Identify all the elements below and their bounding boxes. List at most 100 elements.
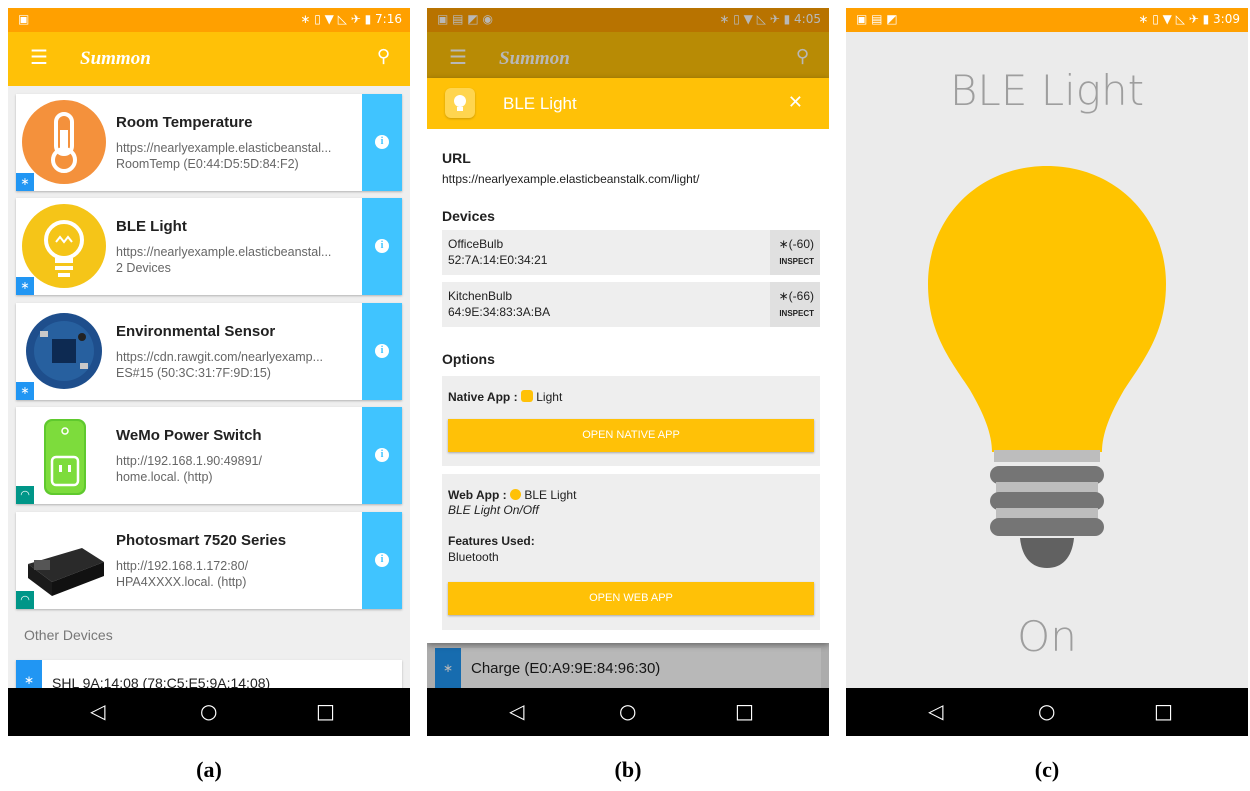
search-icon[interactable]: ⚲ xyxy=(377,46,390,67)
rssi-text: (-60) xyxy=(788,237,814,251)
web-app-name: BLE Light xyxy=(524,488,577,502)
wifi-icon: ◠ xyxy=(16,591,34,609)
features-label: Features Used: xyxy=(448,534,535,548)
url-text: https://nearlyexample.elasticbeanstalk.c… xyxy=(442,172,700,186)
status-time: 7:16 xyxy=(375,12,402,26)
power-switch-icon xyxy=(44,419,86,495)
status-bar: ▣ ▤ ◩ ∗ ▯ ▼ ◺ ✈ ▮ 3:09 xyxy=(846,8,1248,32)
phone-screen-a: ▣ ∗ ▯ ▼ ◺ ✈ ▮ 7:16 ☰ Summon ⚲ ∗ Room Tem… xyxy=(8,8,410,736)
bluetooth-icon: ∗ xyxy=(16,173,34,191)
device-address: 52:7A:14:E0:34:21 xyxy=(448,253,548,267)
phone-screen-c: ▣ ▤ ◩ ∗ ▯ ▼ ◺ ✈ ▮ 3:09 BLE Light On ◁ ○ … xyxy=(846,8,1248,736)
device-name: OfficeBulb xyxy=(448,237,504,251)
native-app-name: Light xyxy=(536,390,563,404)
light-state: On xyxy=(1017,612,1077,661)
recents-icon[interactable]: □ xyxy=(316,700,335,722)
card-url: https://cdn.rawgit.com/nearlyexamp... xyxy=(116,350,324,364)
navigation-bar: ◁ ○ □ xyxy=(427,688,829,736)
device-address: 64:9E:34:83:3A:BA xyxy=(448,305,551,319)
status-time: 3:09 xyxy=(1213,12,1240,26)
info-icon: i xyxy=(375,344,389,358)
device-name: KitchenBulb xyxy=(448,289,513,303)
device-card[interactable]: ◠ Photosmart 7520 Series http://192.168.… xyxy=(16,512,402,609)
info-button[interactable]: i xyxy=(362,512,402,609)
features-value: Bluetooth xyxy=(448,550,499,564)
recents-icon[interactable]: □ xyxy=(735,700,754,722)
phone-screen-b: ▣ ▤ ◩ ◉ ∗ ▯ ▼ ◺ ✈ ▮ 4:05 ☰ Summon ⚲ ∗ Ch… xyxy=(427,8,829,736)
info-button[interactable]: i xyxy=(362,198,402,295)
other-devices-header: Other Devices xyxy=(24,627,113,643)
info-icon: i xyxy=(375,239,389,253)
circuit-board-icon xyxy=(26,313,102,389)
rssi-value: ∗(-60) xyxy=(779,237,814,251)
home-icon[interactable]: ○ xyxy=(200,700,217,722)
bluetooth-icon: ∗ xyxy=(778,237,789,251)
info-icon: i xyxy=(375,135,389,149)
device-card[interactable]: ◠ WeMo Power Switch http://192.168.1.90:… xyxy=(16,407,402,504)
device-card[interactable]: ∗ BLE Light https://nearlyexample.elasti… xyxy=(16,198,402,295)
hamburger-menu-icon[interactable]: ☰ xyxy=(30,48,48,68)
info-icon: i xyxy=(375,448,389,462)
app-bar: ☰ Summon ⚲ xyxy=(8,32,410,86)
navigation-bar: ◁ ○ □ xyxy=(8,688,410,736)
inspect-label: INSPECT xyxy=(779,257,814,266)
caption-c: (c) xyxy=(1034,757,1060,782)
info-button[interactable]: i xyxy=(362,94,402,191)
native-app-label: Native App : xyxy=(448,390,518,404)
device-card[interactable]: ∗ Environmental Sensor https://cdn.rawgi… xyxy=(16,303,402,400)
card-subtitle: ES#15 (50:3C:31:7F:9D:15) xyxy=(116,366,271,380)
bluetooth-icon: ∗ xyxy=(16,382,34,400)
card-title: Environmental Sensor xyxy=(116,323,276,340)
info-button[interactable]: i xyxy=(362,303,402,400)
inspect-button[interactable]: ∗(-60) INSPECT xyxy=(770,230,820,275)
devices-heading: Devices xyxy=(442,208,495,224)
back-icon[interactable]: ◁ xyxy=(928,700,943,722)
inspect-label: INSPECT xyxy=(779,309,814,318)
card-title: BLE Light xyxy=(116,218,187,235)
card-url: http://192.168.1.172:80/ xyxy=(116,559,249,573)
device-row: OfficeBulb 52:7A:14:E0:34:21 ∗(-60) INSP… xyxy=(442,230,820,275)
printer-icon xyxy=(28,548,104,596)
lightbulb-icon[interactable] xyxy=(922,166,1172,574)
back-icon[interactable]: ◁ xyxy=(90,700,105,722)
recents-icon[interactable]: □ xyxy=(1154,700,1173,722)
card-subtitle: home.local. (http) xyxy=(116,470,213,484)
web-app-description: BLE Light On/Off xyxy=(448,503,539,517)
light-title: BLE Light xyxy=(949,66,1145,115)
card-subtitle: RoomTemp (E0:44:D5:5D:84:F2) xyxy=(116,157,299,171)
notification-icons: ▣ ▤ ◩ xyxy=(856,12,898,26)
inspect-button[interactable]: ∗(-66) INSPECT xyxy=(770,282,820,327)
status-icons: ∗ ▯ ▼ ◺ ✈ ▮ 7:16 xyxy=(300,12,402,26)
close-icon[interactable]: ✕ xyxy=(788,92,803,113)
info-button[interactable]: i xyxy=(362,407,402,504)
device-row: KitchenBulb 64:9E:34:83:3A:BA ∗(-66) INS… xyxy=(442,282,820,327)
card-subtitle: 2 Devices xyxy=(116,261,171,275)
rssi-text: (-66) xyxy=(788,289,814,303)
open-web-app-button[interactable]: OPEN WEB APP xyxy=(448,582,814,615)
dialog-title: BLE Light xyxy=(503,94,577,113)
navigation-bar: ◁ ○ □ xyxy=(846,688,1248,736)
home-icon[interactable]: ○ xyxy=(1038,700,1055,722)
detail-dialog: BLE Light ✕ URL https://nearlyexample.el… xyxy=(427,78,829,643)
card-title: WeMo Power Switch xyxy=(116,427,262,444)
notification-icon: ▣ xyxy=(18,12,30,26)
bluetooth-icon: ∗ xyxy=(778,289,789,303)
lightbulb-icon xyxy=(520,390,533,402)
dialog-header: BLE Light ✕ xyxy=(427,78,829,129)
bluetooth-icon: ∗ xyxy=(16,277,34,295)
back-icon[interactable]: ◁ xyxy=(509,700,524,722)
card-subtitle: HPA4XXXX.local. (http) xyxy=(116,575,247,589)
device-card[interactable]: ∗ Room Temperature https://nearlyexample… xyxy=(16,94,402,191)
info-icon: i xyxy=(375,553,389,567)
web-app-option: Web App : BLE Light BLE Light On/Off Fea… xyxy=(442,474,820,630)
card-title: Room Temperature xyxy=(116,114,253,131)
card-title: Photosmart 7520 Series xyxy=(116,532,287,549)
home-icon[interactable]: ○ xyxy=(619,700,636,722)
app-title: Summon xyxy=(80,48,151,69)
native-app-line: Native App : Light xyxy=(448,390,562,404)
status-icons: ∗ ▯ ▼ ◺ ✈ ▮ 3:09 xyxy=(1138,12,1240,26)
card-url: http://192.168.1.90:49891/ xyxy=(116,454,262,468)
lightbulb-icon xyxy=(445,88,475,118)
open-native-app-button[interactable]: OPEN NATIVE APP xyxy=(448,419,814,452)
card-url: https://nearlyexample.elasticbeanstal... xyxy=(116,245,332,259)
